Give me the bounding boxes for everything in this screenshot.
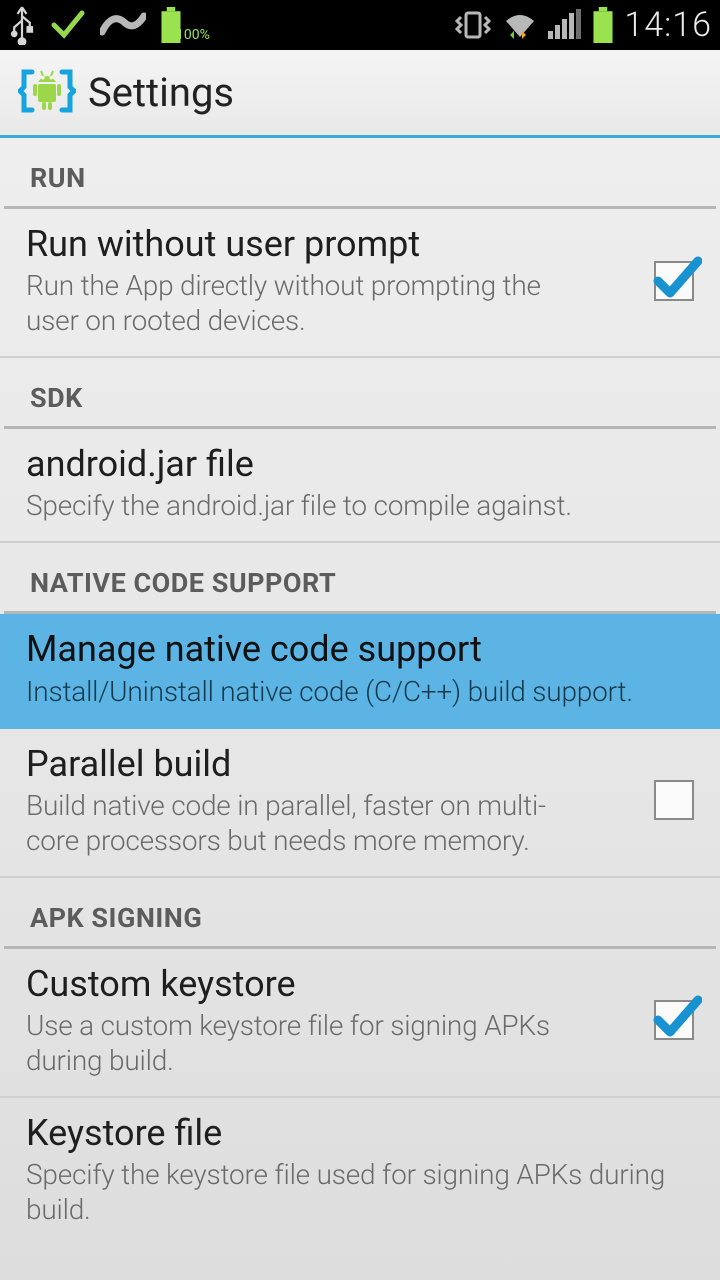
wifi-icon <box>502 9 538 41</box>
status-left: 100% <box>8 5 210 45</box>
item-subtitle: Build native code in parallel, faster on… <box>26 788 586 858</box>
settings-list[interactable]: RUN Run without user prompt Run the App … <box>0 138 720 1280</box>
battery-pct: 100% <box>176 27 210 43</box>
sync-icon <box>100 8 146 42</box>
item-title: android.jar file <box>26 443 694 486</box>
item-title: Keystore file <box>26 1112 694 1155</box>
app-icon <box>18 62 76 124</box>
item-subtitle: Run the App directly without prompting t… <box>26 268 586 338</box>
signal-icon <box>548 9 582 41</box>
item-title: Custom keystore <box>26 963 636 1006</box>
item-title: Run without user prompt <box>26 223 636 266</box>
vibrate-icon <box>454 9 492 41</box>
item-run-without-prompt[interactable]: Run without user prompt Run the App dire… <box>0 209 720 358</box>
item-subtitle: Specify the keystore file used for signi… <box>26 1157 666 1227</box>
clock: 14:16 <box>624 5 712 45</box>
status-bar: 100% 14:16 <box>0 0 720 50</box>
page-title: Settings <box>88 69 234 116</box>
item-manage-native[interactable]: Manage native code support Install/Unins… <box>0 614 720 728</box>
section-header-apk: APK SIGNING <box>4 878 716 949</box>
item-subtitle: Specify the android.jar file to compile … <box>26 488 666 523</box>
checkbox-run-without-prompt[interactable] <box>654 261 694 301</box>
app-header: Settings <box>0 50 720 138</box>
section-header-run: RUN <box>4 138 716 209</box>
battery-left-icon: 100% <box>160 7 210 43</box>
section-header-native: NATIVE CODE SUPPORT <box>4 543 716 614</box>
battery-right-icon <box>592 7 614 43</box>
status-right: 14:16 <box>454 5 712 45</box>
usb-icon <box>8 5 36 45</box>
item-subtitle: Use a custom keystore file for signing A… <box>26 1008 586 1078</box>
item-keystore-file[interactable]: Keystore file Specify the keystore file … <box>0 1098 720 1245</box>
checkbox-custom-keystore[interactable] <box>654 1000 694 1040</box>
item-android-jar[interactable]: android.jar file Specify the android.jar… <box>0 429 720 543</box>
item-title: Manage native code support <box>26 628 694 671</box>
section-header-sdk: SDK <box>4 358 716 429</box>
checkbox-parallel-build[interactable] <box>654 780 694 820</box>
item-parallel-build[interactable]: Parallel build Build native code in para… <box>0 729 720 878</box>
item-custom-keystore[interactable]: Custom keystore Use a custom keystore fi… <box>0 949 720 1098</box>
item-subtitle: Install/Uninstall native code (C/C++) bu… <box>26 674 666 709</box>
item-title: Parallel build <box>26 743 636 786</box>
checkmark-icon <box>50 7 86 43</box>
